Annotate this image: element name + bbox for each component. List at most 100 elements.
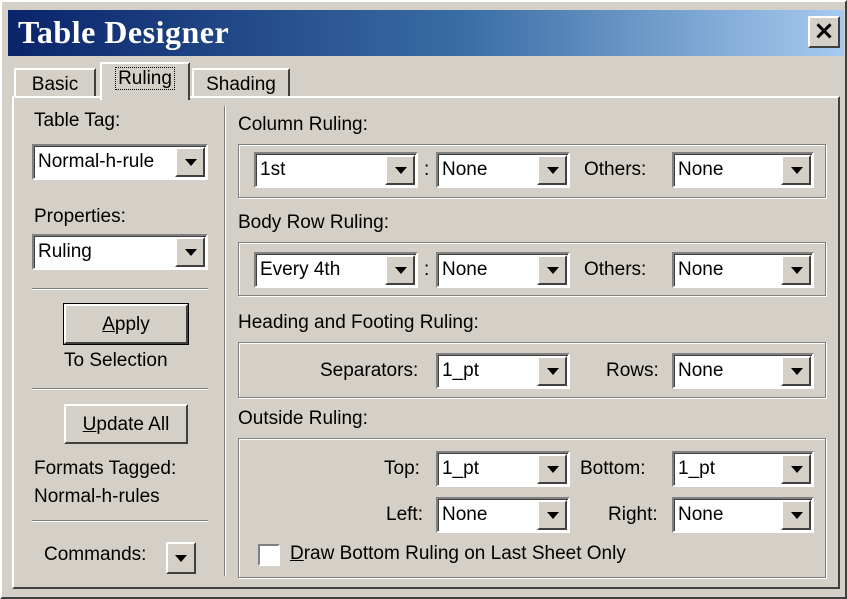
chevron-down-icon <box>547 512 559 519</box>
colon-separator: : <box>424 159 430 180</box>
body-row-ruling-label: Body Row Ruling: <box>238 212 390 233</box>
bottom-select[interactable]: 1_pt <box>672 451 814 487</box>
column-ruling-style-dropdown[interactable] <box>537 155 567 185</box>
left-label: Left: <box>386 504 423 525</box>
tab-shading-label: Shading <box>206 74 276 95</box>
divider <box>32 288 208 290</box>
to-selection-label: To Selection <box>64 350 168 371</box>
colon-separator: : <box>424 259 430 280</box>
tab-basic-label: Basic <box>31 74 79 95</box>
chevron-down-icon <box>175 555 187 562</box>
properties-label: Properties: <box>34 206 126 227</box>
body-row-ruling-others-label: Others: <box>584 259 647 280</box>
rows-select[interactable]: None <box>672 353 814 389</box>
chevron-down-icon <box>547 368 559 375</box>
draw-bottom-ruling-checkbox[interactable] <box>258 544 280 566</box>
divider <box>32 388 208 390</box>
bottom-label: Bottom: <box>580 458 646 479</box>
commands-menu-button[interactable] <box>166 542 196 574</box>
table-tag-select[interactable]: Normal-h-rule <box>32 144 208 180</box>
update-all-label: pdate All <box>96 414 170 435</box>
apply-button[interactable]: Apply <box>63 303 189 345</box>
left-dropdown[interactable] <box>537 500 567 530</box>
chevron-down-icon <box>547 267 559 274</box>
bottom-value: 1_pt <box>678 458 715 479</box>
chevron-down-icon <box>185 159 197 166</box>
window-title: Table Designer <box>18 14 230 50</box>
chevron-down-icon <box>791 267 803 274</box>
bottom-dropdown[interactable] <box>781 454 811 484</box>
chevron-down-icon <box>395 267 407 274</box>
chevron-down-icon <box>791 512 803 519</box>
update-mnemonic: U <box>82 414 97 435</box>
chevron-down-icon <box>547 167 559 174</box>
tab-ruling[interactable]: Ruling <box>100 62 190 100</box>
top-label: Top: <box>384 458 420 479</box>
properties-select[interactable]: Ruling <box>32 234 208 270</box>
outside-ruling-label: Outside Ruling: <box>238 408 368 429</box>
body-row-ruling-style-dropdown[interactable] <box>537 255 567 285</box>
body-row-ruling-style-select[interactable]: None <box>436 252 570 288</box>
separators-value: 1_pt <box>442 360 479 381</box>
panel-separator <box>224 106 226 576</box>
heading-footing-ruling-label: Heading and Footing Ruling: <box>238 312 479 333</box>
column-ruling-which-dropdown[interactable] <box>385 155 415 185</box>
apply-mnemonic: A <box>102 314 115 335</box>
top-select[interactable]: 1_pt <box>436 451 570 487</box>
right-value: None <box>678 504 724 525</box>
chevron-down-icon <box>791 167 803 174</box>
body-row-ruling-others-select[interactable]: None <box>672 252 814 288</box>
table-designer-window: Table Designer × Basic Ruling Shading Ta… <box>0 0 847 599</box>
chevron-down-icon <box>185 249 197 256</box>
column-ruling-others-label: Others: <box>584 159 647 180</box>
divider <box>32 520 208 522</box>
separators-label: Separators: <box>320 360 419 381</box>
properties-value: Ruling <box>38 241 92 262</box>
body-row-ruling-others-dropdown[interactable] <box>781 255 811 285</box>
body-row-ruling-which-dropdown[interactable] <box>385 255 415 285</box>
chevron-down-icon <box>791 368 803 375</box>
commands-label: Commands: <box>44 544 147 565</box>
title-bar[interactable]: Table Designer × <box>8 10 844 56</box>
body-row-ruling-which-select[interactable]: Every 4th <box>254 252 418 288</box>
left-select[interactable]: None <box>436 497 570 533</box>
right-dropdown[interactable] <box>781 500 811 530</box>
table-tag-label: Table Tag: <box>34 110 121 131</box>
column-ruling-others-value: None <box>678 159 724 180</box>
body-row-ruling-which-value: Every 4th <box>260 259 341 280</box>
chevron-down-icon <box>791 466 803 473</box>
chevron-down-icon <box>395 167 407 174</box>
column-ruling-others-dropdown[interactable] <box>781 155 811 185</box>
rows-dropdown[interactable] <box>781 356 811 386</box>
right-label: Right: <box>608 504 658 525</box>
column-ruling-which-select[interactable]: 1st <box>254 152 418 188</box>
table-tag-dropdown-button[interactable] <box>175 147 205 177</box>
top-value: 1_pt <box>442 458 479 479</box>
column-ruling-others-select[interactable]: None <box>672 152 814 188</box>
chevron-down-icon <box>547 466 559 473</box>
table-tag-value: Normal-h-rule <box>38 151 155 172</box>
column-ruling-which-value: 1st <box>260 159 286 180</box>
tab-ruling-label: Ruling <box>115 67 175 90</box>
draw-bottom-ruling-label[interactable]: Draw Bottom Ruling on Last Sheet Only <box>290 543 626 565</box>
column-ruling-label: Column Ruling: <box>238 114 368 135</box>
formats-tagged-label: Formats Tagged: <box>34 458 177 479</box>
body-row-ruling-others-value: None <box>678 259 724 280</box>
separators-dropdown[interactable] <box>537 356 567 386</box>
close-button[interactable]: × <box>808 16 840 48</box>
column-ruling-style-select[interactable]: None <box>436 152 570 188</box>
tab-shading[interactable]: Shading <box>192 68 290 98</box>
update-all-button[interactable]: Update All <box>64 404 188 444</box>
apply-label: pply <box>114 314 150 335</box>
right-select[interactable]: None <box>672 497 814 533</box>
close-icon[interactable]: × <box>813 16 835 46</box>
body-row-ruling-style-value: None <box>442 259 488 280</box>
column-ruling-style-value: None <box>442 159 488 180</box>
separators-select[interactable]: 1_pt <box>436 353 570 389</box>
top-dropdown[interactable] <box>537 454 567 484</box>
left-value: None <box>442 504 488 525</box>
draw-bottom-ruling-text: raw Bottom Ruling on Last Sheet Only <box>303 543 626 564</box>
rows-value: None <box>678 360 724 381</box>
tab-basic[interactable]: Basic <box>14 68 96 98</box>
properties-dropdown-button[interactable] <box>175 237 205 267</box>
